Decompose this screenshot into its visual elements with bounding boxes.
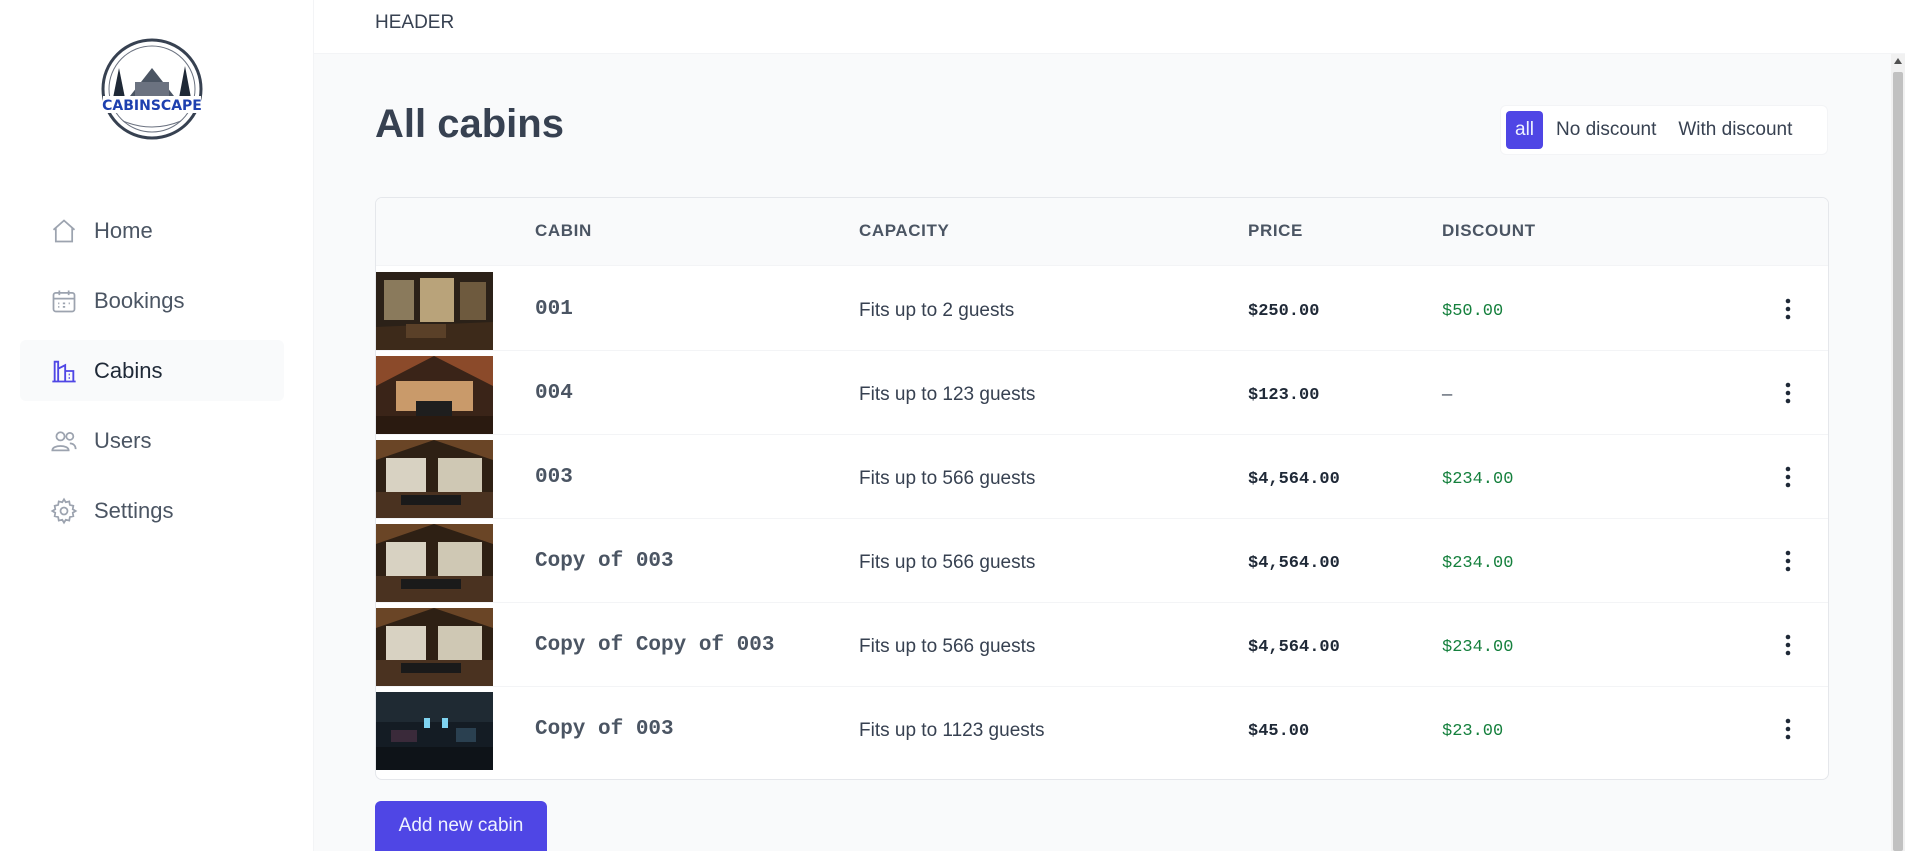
buildings-icon xyxy=(52,360,76,382)
sidebar-item-bookings[interactable]: Bookings xyxy=(20,270,284,331)
table-row: Copy of 003 Fits up to 1123 guests $45.0… xyxy=(376,687,1828,771)
cabin-capacity: Fits up to 566 guests xyxy=(859,552,1036,573)
top-header: HEADER xyxy=(314,0,1905,54)
cabin-price: $4,564.00 xyxy=(1248,554,1340,573)
filter-no-discount-button[interactable]: No discount xyxy=(1547,111,1665,149)
cabin-discount: $234.00 xyxy=(1442,470,1514,489)
cabin-price: $123.00 xyxy=(1248,386,1320,405)
table-row: Copy of Copy of 003 Fits up to 566 guest… xyxy=(376,603,1828,687)
discount-filter: all No discount With discount xyxy=(1500,105,1828,155)
calendar-icon xyxy=(52,290,76,312)
row-menu-button[interactable] xyxy=(1776,378,1800,408)
cabin-price: $4,564.00 xyxy=(1248,638,1340,657)
table-header: CABIN CAPACITY PRICE DISCOUNT xyxy=(376,198,1828,266)
cabin-price: $4,564.00 xyxy=(1248,470,1340,489)
row-menu-button[interactable] xyxy=(1776,294,1800,324)
row-menu-button[interactable] xyxy=(1776,714,1800,744)
users-icon xyxy=(51,430,77,451)
add-new-cabin-button[interactable]: Add new cabin xyxy=(375,801,547,851)
header-text: HEADER xyxy=(375,12,455,33)
cabins-table: CABIN CAPACITY PRICE DISCOUNT 001 Fits u… xyxy=(375,197,1829,780)
cabin-name: Copy of Copy of 003 xyxy=(535,634,775,657)
cabin-price: $250.00 xyxy=(1248,302,1320,321)
cabinscape-logo[interactable]: CABINSCAPE xyxy=(95,38,209,140)
svg-text:CABINSCAPE: CABINSCAPE xyxy=(102,98,202,114)
table-row: 001 Fits up to 2 guests $250.00 $50.00 xyxy=(376,267,1828,351)
home-icon xyxy=(52,218,76,242)
filter-all-button[interactable]: all xyxy=(1506,111,1544,149)
cabin-capacity: Fits up to 566 guests xyxy=(859,636,1036,657)
table-row: 003 Fits up to 566 guests $4,564.00 $234… xyxy=(376,435,1828,519)
scroll-thumb[interactable] xyxy=(1893,72,1903,851)
cabin-name: 001 xyxy=(535,298,573,321)
row-menu-button[interactable] xyxy=(1776,546,1800,576)
cabin-image xyxy=(376,272,493,350)
cabin-name: 003 xyxy=(535,466,573,489)
cabin-image xyxy=(376,356,493,434)
page-title: All cabins xyxy=(375,102,564,146)
scroll-up-arrow-icon[interactable] xyxy=(1894,58,1902,64)
kebab-menu-icon xyxy=(1785,550,1791,572)
sidebar-item-home[interactable]: Home xyxy=(20,200,284,261)
cabin-discount: $23.00 xyxy=(1442,722,1504,741)
cabin-image xyxy=(376,608,493,686)
table-row: Copy of 003 Fits up to 566 guests $4,564… xyxy=(376,519,1828,603)
row-menu-button[interactable] xyxy=(1776,462,1800,492)
sidebar-item-label: Users xyxy=(94,427,152,453)
cabin-discount: $50.00 xyxy=(1442,302,1504,321)
sidebar-item-label: Settings xyxy=(94,497,174,523)
cabin-name: Copy of 003 xyxy=(535,550,674,573)
sidebar-item-label: Home xyxy=(94,217,153,243)
table-row: 004 Fits up to 123 guests $123.00 — xyxy=(376,351,1828,435)
kebab-menu-icon xyxy=(1785,718,1791,740)
cabin-image xyxy=(376,524,493,602)
sidebar-item-settings[interactable]: Settings xyxy=(20,480,284,541)
sidebar-item-label: Cabins xyxy=(94,357,163,383)
cabin-capacity: Fits up to 1123 guests xyxy=(859,720,1045,741)
cabin-name: 004 xyxy=(535,382,573,405)
sidebar-item-users[interactable]: Users xyxy=(20,410,284,471)
page-scrollbar[interactable] xyxy=(1891,54,1905,851)
cabin-capacity: Fits up to 123 guests xyxy=(859,384,1036,405)
sidebar-nav: Home Bookings Cabins Users Settings xyxy=(20,200,284,550)
kebab-menu-icon xyxy=(1785,634,1791,656)
kebab-menu-icon xyxy=(1785,298,1791,320)
sidebar-item-label: Bookings xyxy=(94,287,185,313)
gear-icon xyxy=(50,497,78,524)
kebab-menu-icon xyxy=(1785,466,1791,488)
cabin-capacity: Fits up to 566 guests xyxy=(859,468,1036,489)
cabin-image xyxy=(376,692,493,770)
cabin-discount: — xyxy=(1442,386,1453,405)
column-header-discount: DISCOUNT xyxy=(1442,221,1536,240)
sidebar-item-cabins[interactable]: Cabins xyxy=(20,340,284,401)
filter-with-discount-button[interactable]: With discount xyxy=(1669,111,1801,149)
cabin-name: Copy of 003 xyxy=(535,718,674,741)
kebab-menu-icon xyxy=(1785,382,1791,404)
cabin-discount: $234.00 xyxy=(1442,554,1514,573)
cabin-discount: $234.00 xyxy=(1442,638,1514,657)
row-menu-button[interactable] xyxy=(1776,630,1800,660)
cabin-price: $45.00 xyxy=(1248,722,1310,741)
column-header-cabin: CABIN xyxy=(535,221,592,240)
cabin-capacity: Fits up to 2 guests xyxy=(859,300,1015,321)
cabin-image xyxy=(376,440,493,518)
sidebar: CABINSCAPE Home Bookings Cabins Users Se… xyxy=(0,0,314,851)
column-header-capacity: CAPACITY xyxy=(859,221,950,240)
column-header-price: PRICE xyxy=(1248,221,1303,240)
